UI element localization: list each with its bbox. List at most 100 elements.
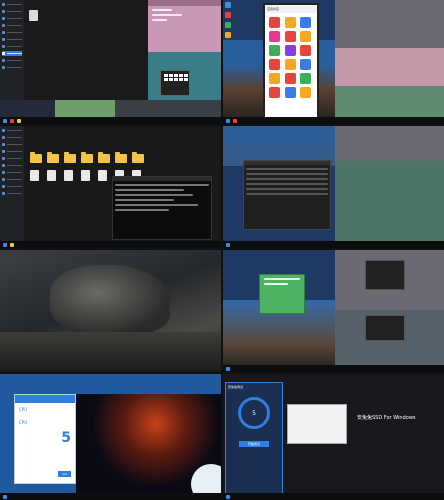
folder-icon[interactable] [132, 152, 144, 163]
file-icon[interactable] [98, 170, 107, 181]
folder-icon[interactable] [115, 152, 127, 163]
sidebar-item[interactable] [2, 37, 22, 42]
sidebar-item[interactable] [2, 9, 22, 14]
taskbar-app-icon[interactable] [10, 242, 14, 247]
sidebar-item[interactable] [2, 177, 22, 182]
terminal-window [112, 176, 212, 240]
chat-window-gray [335, 250, 444, 310]
sidebar-item[interactable] [2, 16, 22, 21]
windows-icon[interactable] [226, 118, 230, 123]
file-icon[interactable] [81, 170, 90, 181]
windows-icon[interactable] [226, 366, 230, 371]
app-icon[interactable] [300, 87, 312, 98]
folder-icon[interactable] [64, 152, 76, 163]
taskbar-app-icon[interactable] [10, 118, 14, 123]
app-icon[interactable] [300, 31, 312, 42]
settings-dialog [287, 404, 347, 444]
sidebar-item[interactable] [2, 135, 22, 140]
sidebar-item[interactable] [2, 65, 22, 70]
sidebar-item[interactable] [2, 23, 22, 28]
folder-icon[interactable] [47, 152, 59, 163]
sidebar-item[interactable] [2, 191, 22, 196]
phone-app-grid [265, 13, 317, 102]
desktop-icon[interactable] [225, 22, 231, 28]
app-icon[interactable] [284, 45, 296, 56]
app-icon[interactable] [269, 73, 280, 84]
app-icon[interactable] [284, 17, 296, 28]
sidebar-item[interactable] [2, 58, 22, 63]
rock-formation [50, 265, 170, 335]
sidebar-item[interactable] [2, 30, 22, 35]
ground [0, 332, 221, 372]
chat-window-pink [335, 48, 444, 86]
explorer-folder[interactable] [29, 10, 38, 21]
sidebar-item[interactable] [2, 156, 22, 161]
windows-icon[interactable] [3, 118, 7, 123]
sidebar-item[interactable] [2, 149, 22, 154]
screenshot-chat-green-popup [223, 250, 444, 372]
sidebar-item[interactable] [2, 2, 22, 7]
app-icon[interactable] [284, 87, 296, 98]
taskbar [0, 241, 221, 248]
taskbar [223, 117, 444, 124]
taskbar-app-icon[interactable] [17, 118, 21, 123]
sidebar-item-selected[interactable] [2, 51, 22, 56]
sidebar-item[interactable] [2, 163, 22, 168]
windows-icon[interactable] [226, 494, 230, 499]
game-screenshot-cave [0, 250, 221, 372]
score-value: 5 [252, 409, 256, 417]
file-icon[interactable] [47, 170, 56, 181]
chat-window-green [335, 86, 444, 117]
screenshot-phone-mirror: 应用商店 [223, 0, 444, 124]
cpu-label-1: CPU [19, 407, 28, 412]
windows-icon[interactable] [3, 242, 7, 247]
sidebar-item[interactable] [2, 184, 22, 189]
antutu-window: 安兔兔测试 5 开始测试 [225, 382, 283, 494]
sidebar-item[interactable] [2, 44, 22, 49]
sidebar-item[interactable] [2, 128, 22, 133]
taskbar-app-icon[interactable] [233, 118, 237, 123]
chat-window-teal [148, 52, 221, 100]
app-icon[interactable] [284, 73, 296, 84]
phone-title: 应用商店 [265, 5, 317, 13]
windows-icon[interactable] [226, 242, 230, 247]
app-icon[interactable] [300, 45, 312, 56]
chat-window-teal [335, 161, 444, 243]
dark-popup [365, 315, 405, 341]
green-popup [259, 274, 305, 314]
desktop-icon[interactable] [225, 2, 231, 8]
space-wallpaper-window [76, 394, 221, 500]
list-window [243, 160, 331, 230]
app-icon[interactable] [300, 59, 312, 70]
folder-icon[interactable] [98, 152, 110, 163]
sidebar-item[interactable] [2, 142, 22, 147]
app-icon[interactable] [284, 59, 296, 70]
folder-icon[interactable] [81, 152, 93, 163]
phone-window: 应用商店 [263, 3, 319, 121]
app-icon[interactable] [269, 45, 280, 56]
app-icon[interactable] [300, 73, 312, 84]
chat-window-gray [335, 126, 444, 161]
app-icon[interactable] [269, 59, 280, 70]
desktop-icon[interactable] [225, 12, 231, 18]
app-icon[interactable] [269, 17, 280, 28]
sidebar-item[interactable] [2, 170, 22, 175]
go-button[interactable]: GO [58, 471, 71, 477]
page-heading: 安兔兔SSD For Windows [357, 415, 416, 421]
score-number: 5 [61, 430, 71, 446]
app-icon[interactable] [269, 87, 280, 98]
taskbar [0, 117, 221, 124]
file-icon[interactable] [64, 170, 73, 181]
screenshot-explorer-chat [0, 0, 221, 124]
desktop-icon[interactable] [225, 32, 231, 38]
score-ring: 5 [238, 397, 270, 429]
file-icon[interactable] [30, 170, 39, 181]
app-icon[interactable] [269, 31, 280, 42]
run-button[interactable]: 开始测试 [239, 441, 269, 447]
app-icon[interactable] [284, 31, 296, 42]
windows-icon[interactable] [3, 494, 7, 499]
folder-icon[interactable] [30, 152, 42, 163]
taskbar [223, 493, 444, 500]
app-icon[interactable] [300, 17, 312, 28]
screenshot-antutu-ssd: 安兔兔测试 5 开始测试 安兔兔SSD For Windows [223, 374, 444, 500]
